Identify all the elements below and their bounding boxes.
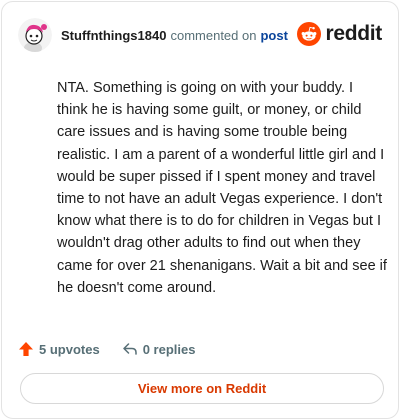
comment-action: commented on	[170, 27, 257, 43]
comment-meta: Stuffnthings1840 commented on post	[61, 28, 288, 43]
comment-footer: 5 upvotes 0 replies	[18, 338, 195, 360]
reply-count: 0 replies	[142, 341, 196, 357]
upvote-count: 5 upvotes	[39, 341, 100, 357]
view-more-button[interactable]: View more on Reddit	[20, 373, 384, 404]
reddit-snoo-icon	[297, 22, 322, 46]
arrow-up-icon	[19, 342, 33, 356]
comment-header: Stuffnthings1840 commented on post reddi…	[18, 18, 382, 52]
username[interactable]: Stuffnthings1840	[61, 28, 166, 43]
user-avatar[interactable]	[18, 18, 52, 52]
reply-icon	[122, 343, 137, 355]
post-link[interactable]: post	[260, 28, 287, 43]
reddit-wordmark: reddit	[325, 22, 382, 45]
comment-embed-card: Stuffnthings1840 commented on post reddi…	[1, 1, 399, 419]
upvote-button[interactable]: 5 upvotes	[18, 341, 100, 357]
reply-button[interactable]: 0 replies	[122, 341, 196, 357]
reddit-logo[interactable]: reddit	[297, 22, 382, 46]
comment-body: NTA. Something is going on with your bud…	[57, 80, 387, 296]
